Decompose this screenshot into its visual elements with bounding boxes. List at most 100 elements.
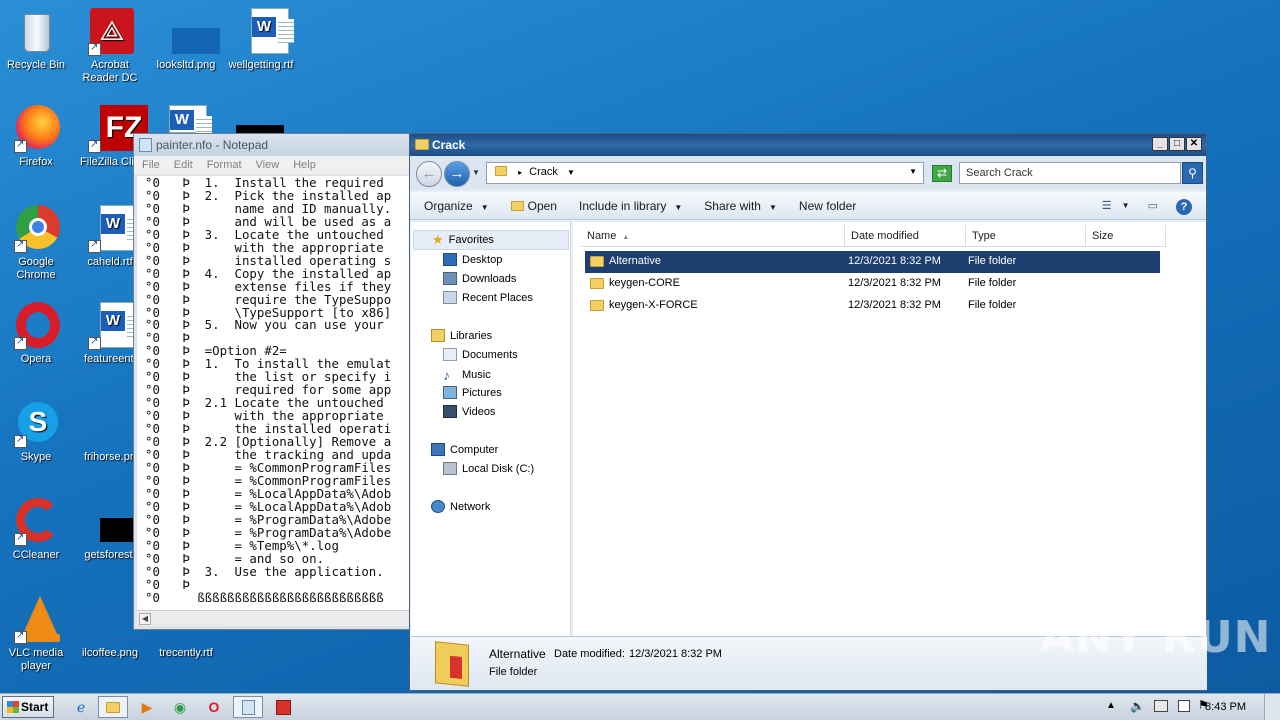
change-view-icon[interactable]: ☰	[1102, 199, 1112, 215]
column-header-size[interactable]: Size	[1086, 225, 1166, 247]
close-button[interactable]: ✕	[1186, 137, 1202, 151]
nav-recent-places[interactable]: Recent Places	[443, 291, 533, 304]
desktop-icon-firefox[interactable]: Firefox	[0, 105, 72, 169]
refresh-button[interactable]: ⇄	[932, 165, 952, 182]
sort-ascending-icon: ▲	[622, 234, 630, 241]
column-header-name[interactable]: Name ▲	[581, 225, 845, 247]
recent-pages-chevron-icon[interactable]: ▼	[472, 168, 480, 177]
menu-file[interactable]: File	[142, 159, 160, 174]
details-name: Alternative	[489, 647, 546, 661]
taskbar-chrome-icon[interactable]: ◉	[165, 696, 195, 718]
word-doc-icon: W	[86, 205, 143, 253]
notepad-title-bar[interactable]: painter.nfo - Notepad	[134, 134, 410, 156]
nav-videos[interactable]: Videos	[443, 405, 495, 418]
desktop-icon-label: Google Chrome	[16, 256, 56, 281]
view-controls: ☰ ▼ ▭ ?	[1102, 199, 1192, 215]
file-row-alternative[interactable]: Alternative 12/3/2021 8:32 PM File folde…	[585, 251, 1160, 273]
desktop-icon-recycle-bin[interactable]: Recycle Bin	[0, 8, 72, 72]
nav-local-disk[interactable]: Local Disk (C:)	[443, 462, 534, 475]
search-icon[interactable]: ⚲	[1182, 162, 1203, 184]
forward-button[interactable]: →	[444, 161, 470, 187]
include-in-library-button[interactable]: Include in library ▼	[579, 199, 682, 213]
menu-format[interactable]: Format	[207, 159, 242, 174]
volume-icon[interactable]: 🔈	[1130, 699, 1145, 713]
explorer-title-bar[interactable]: Crack _ □ ✕	[410, 134, 1206, 156]
back-button[interactable]: ←	[416, 161, 442, 187]
action-center-icon[interactable]	[1178, 700, 1190, 712]
minimize-button[interactable]: _	[1152, 137, 1168, 151]
breadcrumb-dropdown-icon[interactable]: ▼	[567, 168, 575, 177]
firefox-icon	[12, 105, 60, 153]
column-header-date-modified[interactable]: Date modified	[845, 225, 966, 247]
nav-computer[interactable]: Computer	[431, 443, 498, 456]
notepad-text-area[interactable]: °0 Þ 1. Install the required °0 Þ 2. Pick…	[137, 176, 409, 611]
nav-music[interactable]: ♪ Music	[443, 367, 491, 383]
folder-icon	[415, 139, 429, 150]
chrome-icon	[12, 205, 60, 253]
notepad-horizontal-scrollbar[interactable]: ◀	[137, 610, 409, 626]
taskbar-security-icon[interactable]	[268, 696, 298, 718]
windows-logo-icon	[7, 701, 19, 713]
nav-pictures[interactable]: Pictures	[443, 386, 502, 399]
search-input[interactable]: Search Crack	[959, 162, 1181, 184]
share-with-button[interactable]: Share with ▼	[704, 199, 777, 213]
clock[interactable]: 8:43 PM	[1205, 701, 1246, 713]
desktop-icon-skype[interactable]: S Skype	[0, 400, 72, 464]
desktop-icon-looksltd[interactable]: looksltd.png	[150, 8, 222, 72]
nav-desktop[interactable]: Desktop	[443, 253, 502, 266]
breadcrumb-crack[interactable]: Crack	[529, 166, 558, 178]
window-controls: _ □ ✕	[1152, 137, 1202, 151]
taskbar: Start ℯ ▶ ◉ O ▲ 🔈 ⚑ 8:43 PM	[0, 693, 1280, 720]
explorer-title: Crack	[432, 138, 466, 152]
word-doc-icon: W	[86, 302, 143, 350]
menu-edit[interactable]: Edit	[174, 159, 193, 174]
desktop-icon-label: CCleaner	[12, 549, 60, 561]
desktop-icon-opera[interactable]: Opera	[0, 302, 72, 366]
documents-icon	[443, 348, 457, 361]
pictures-icon	[443, 386, 457, 399]
nav-documents[interactable]: Documents	[443, 348, 518, 361]
show-hidden-icons-icon[interactable]: ▲	[1106, 700, 1116, 711]
details-date-value: 12/3/2021 8:32 PM	[629, 648, 722, 660]
address-bar[interactable]: ▸ Crack ▼ ▼	[486, 162, 924, 184]
desktop-icon-ccleaner[interactable]: CCleaner	[0, 498, 72, 562]
breadcrumb-chevron-icon[interactable]: ▸	[518, 168, 522, 177]
nav-favorites[interactable]: ★ Favorites	[413, 230, 569, 250]
nav-network[interactable]: Network	[431, 500, 490, 513]
notepad-window[interactable]: painter.nfo - Notepad File Edit Format V…	[133, 133, 411, 630]
desktop-icon-label: Acrobat Reader DC	[82, 59, 138, 84]
file-row-keygen-core[interactable]: keygen-CORE 12/3/2021 8:32 PM File folde…	[585, 273, 1160, 295]
new-folder-button[interactable]: New folder	[799, 199, 856, 213]
libraries-icon	[431, 329, 445, 342]
column-header-type[interactable]: Type	[966, 225, 1086, 247]
desktop-icon-vlc[interactable]: VLC media player	[0, 596, 72, 673]
file-list: Name ▲ Date modified Type Size Alternativ…	[573, 222, 1206, 636]
preview-pane-icon[interactable]: ▭	[1148, 199, 1158, 215]
view-dropdown-icon[interactable]: ▼	[1122, 199, 1130, 215]
desktop-icon-wellgetting[interactable]: W wellgetting.rtf	[225, 8, 297, 72]
file-type: File folder	[968, 277, 1017, 289]
organize-button[interactable]: Organize ▼	[424, 199, 489, 213]
taskbar-explorer-icon[interactable]	[98, 696, 128, 718]
taskbar-notepad-icon[interactable]	[233, 696, 263, 718]
nav-libraries[interactable]: Libraries	[431, 329, 492, 342]
maximize-button[interactable]: □	[1169, 137, 1185, 151]
explorer-window[interactable]: Crack _ □ ✕ ← → ▼ ▸ Crack ▼ ▼ ⇄ Search C…	[409, 133, 1207, 691]
help-icon[interactable]: ?	[1176, 199, 1192, 215]
file-row-keygen-x-force[interactable]: keygen-X-FORCE 12/3/2021 8:32 PM File fo…	[585, 295, 1160, 317]
open-button[interactable]: Open	[510, 199, 557, 213]
notepad-icon	[139, 138, 152, 152]
show-desktop-button[interactable]	[1264, 694, 1280, 720]
scroll-left-icon[interactable]: ◀	[139, 613, 151, 625]
start-button[interactable]: Start	[2, 696, 54, 718]
taskbar-media-player-icon[interactable]: ▶	[132, 696, 162, 718]
desktop-icon-chrome[interactable]: Google Chrome	[0, 205, 72, 282]
taskbar-opera-icon[interactable]: O	[199, 696, 229, 718]
taskbar-ie-icon[interactable]: ℯ	[66, 696, 96, 718]
desktop-icon-acrobat[interactable]: ⟁ Acrobat Reader DC	[74, 8, 146, 85]
address-dropdown-icon[interactable]: ▼	[909, 167, 917, 176]
menu-view[interactable]: View	[256, 159, 280, 174]
network-tray-icon[interactable]	[1154, 700, 1168, 712]
menu-help[interactable]: Help	[293, 159, 316, 174]
nav-downloads[interactable]: Downloads	[443, 272, 516, 285]
